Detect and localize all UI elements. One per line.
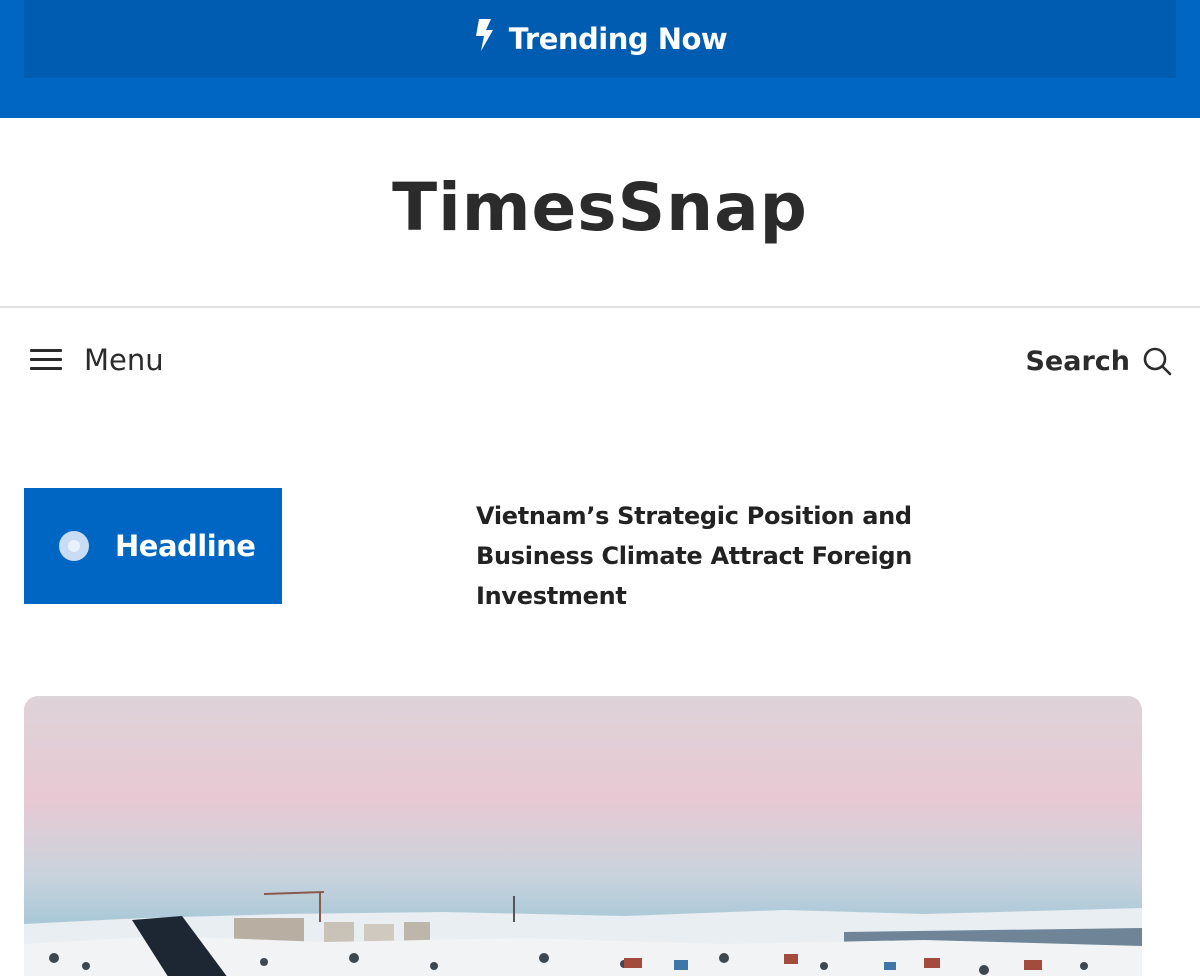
header-divider <box>0 306 1200 308</box>
search-label: Search <box>1025 345 1130 377</box>
site-header: TimesSnap <box>0 118 1200 306</box>
bolt-icon <box>475 19 493 51</box>
trending-now-label: Trending Now <box>508 22 728 56</box>
headline-article-link[interactable]: Vietnam’s Strategic Position and Busines… <box>476 496 936 616</box>
menu-label: Menu <box>84 343 164 377</box>
headline-badge: Headline <box>24 488 282 604</box>
search-icon <box>1143 347 1172 376</box>
top-banner: Trending Now <box>0 0 1200 118</box>
search-button[interactable]: Search <box>1025 341 1172 381</box>
headline-badge-label: Headline <box>115 529 256 563</box>
hamburger-icon <box>30 349 62 370</box>
menu-button[interactable]: Menu <box>30 340 164 380</box>
featured-image[interactable] <box>24 696 1142 976</box>
live-dot-icon <box>59 531 89 561</box>
site-logo[interactable]: TimesSnap <box>392 169 808 246</box>
featured-photo <box>24 696 1142 976</box>
trending-now-link[interactable]: Trending Now <box>24 0 1176 78</box>
